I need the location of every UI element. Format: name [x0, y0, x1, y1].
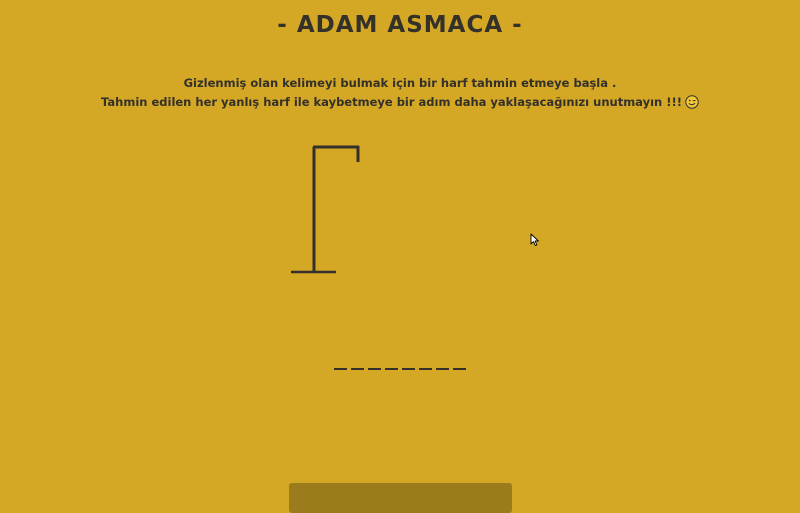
- letter-slot: [419, 352, 432, 370]
- letter-slot: [368, 352, 381, 370]
- keyboard-panel: [289, 483, 512, 513]
- instruction-line-2-text: Tahmin edilen her yanlış harf ile kaybet…: [101, 95, 682, 109]
- letter-slot: [453, 352, 466, 370]
- mouse-cursor-icon: [530, 233, 539, 247]
- instruction-line-1: Gizlenmiş olan kelimeyi bulmak için bir …: [183, 76, 617, 90]
- instructions: Gizlenmiş olan kelimeyi bulmak için bir …: [0, 74, 800, 112]
- letter-slot: [436, 352, 449, 370]
- letter-slot: [385, 352, 398, 370]
- hangman-gallows: [291, 145, 360, 274]
- letter-slot: [334, 352, 347, 370]
- letter-slot: [402, 352, 415, 370]
- hidden-word: [0, 352, 800, 370]
- instruction-line-2: Tahmin edilen her yanlış harf ile kaybet…: [0, 93, 800, 112]
- letter-slot: [351, 352, 364, 370]
- wink-emoji-icon: [685, 95, 699, 109]
- game-title: - ADAM ASMACA -: [277, 12, 523, 38]
